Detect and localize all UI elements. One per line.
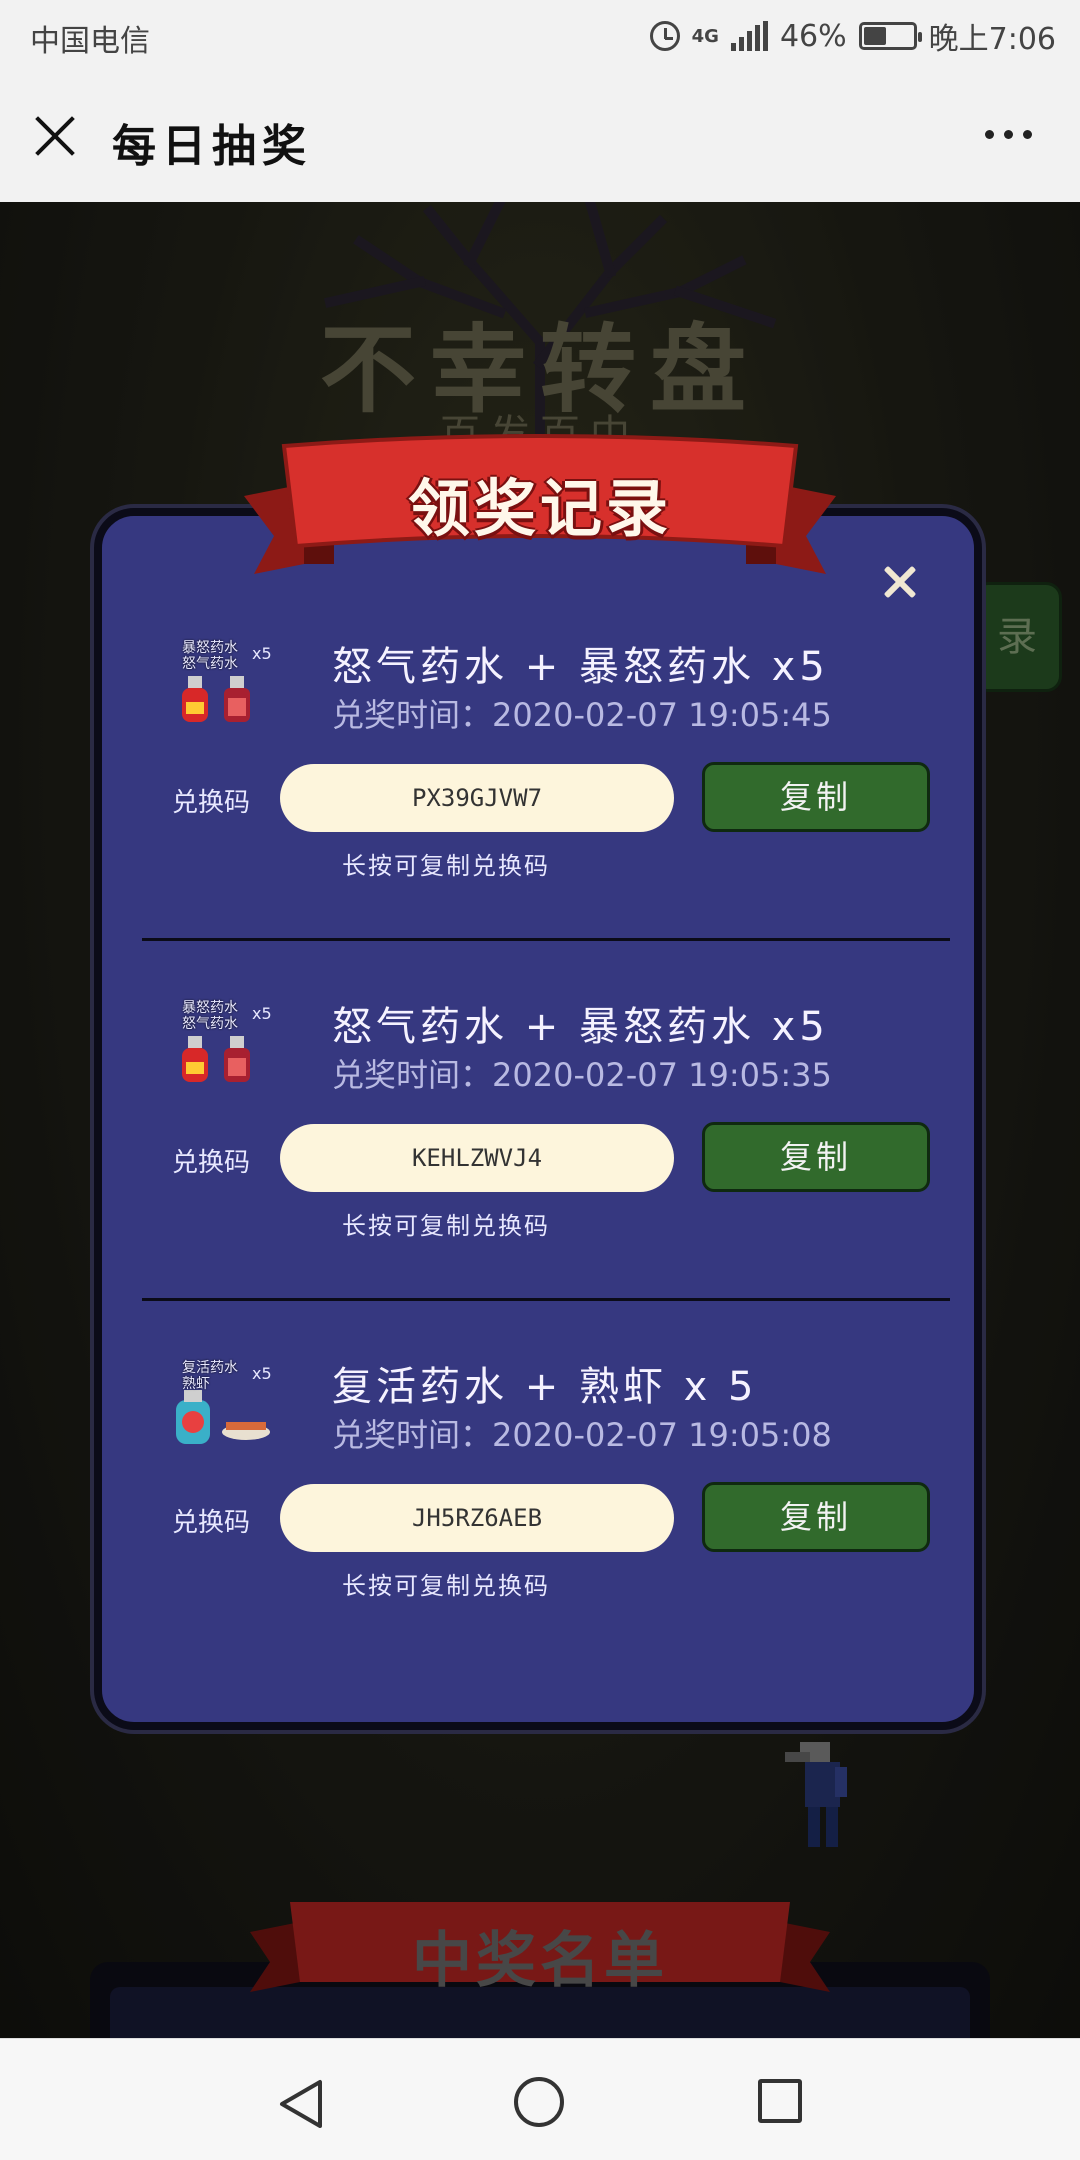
code-label: 兑换码 xyxy=(172,788,251,818)
carrier-name: 中国电信 xyxy=(30,24,150,59)
divider xyxy=(142,938,950,941)
status-icons: 4G 46% 晚上7:06 xyxy=(649,14,1056,58)
screen: 中国电信 4G 46% 晚上7:06 每日抽奖 不幸转盘 录 中奖名单 暴怒药水… xyxy=(0,0,1080,2160)
copy-hint: 长按可复制兑换码 xyxy=(342,1212,550,1240)
clock: 晚上7:06 xyxy=(928,22,1056,57)
divider xyxy=(142,1298,950,1301)
code-label: 兑换码 xyxy=(172,1508,251,1538)
more-options-icon[interactable] xyxy=(985,130,1032,139)
record-item: 复活药水 熟虾 x5 复活药水 + 熟虾 x 5 兑奖时间：2020-02-07 … xyxy=(162,1356,942,1666)
redeem-code-field[interactable]: JH5RZ6AEB xyxy=(280,1484,674,1552)
icon-quantity: x5 xyxy=(252,1364,272,1383)
prize-name: 复活药水 + 熟虾 x 5 xyxy=(332,1364,758,1410)
copy-hint: 长按可复制兑换码 xyxy=(342,852,550,880)
recent-apps-icon[interactable] xyxy=(758,2079,802,2123)
record-item: 暴怒药水 怒气药水 x5 怒气药水 + 暴怒药水 x5 兑奖时间：2020-02-… xyxy=(162,996,942,1306)
potion-icon: 暴怒药水 怒气药水 x5 xyxy=(162,636,282,746)
icon-caption: 暴怒药水 怒气药水 xyxy=(182,1000,238,1032)
code-label: 兑换码 xyxy=(172,1148,251,1178)
back-icon[interactable] xyxy=(278,2079,324,2129)
network-type: 4G xyxy=(691,25,719,47)
page-title: 每日抽奖 xyxy=(112,121,312,172)
redeem-time: 兑奖时间：2020-02-07 19:05:08 xyxy=(332,1416,832,1454)
status-bar: 中国电信 4G 46% 晚上7:06 xyxy=(0,0,1080,70)
alarm-icon xyxy=(649,21,680,51)
modal-title: 领奖记录 xyxy=(407,472,672,545)
redeem-time: 兑奖时间：2020-02-07 19:05:45 xyxy=(332,696,832,734)
prize-name: 怒气药水 + 暴怒药水 x5 xyxy=(332,1004,829,1050)
reward-record-modal: 暴怒药水 怒气药水 x5 怒气药水 + 暴怒药水 x5 兑奖时间：2020-02-… xyxy=(94,508,982,1730)
icon-quantity: x5 xyxy=(252,644,272,663)
copy-hint: 长按可复制兑换码 xyxy=(342,1572,550,1600)
icon-quantity: x5 xyxy=(252,1004,272,1023)
copy-button[interactable]: 复制 xyxy=(702,1482,930,1552)
title-bar: 每日抽奖 xyxy=(0,70,1080,202)
revive-potion-icon: 复活药水 熟虾 x5 xyxy=(162,1356,282,1466)
redeem-code-field[interactable]: PX39GJVW7 xyxy=(280,764,674,832)
potion-icon: 暴怒药水 怒气药水 x5 xyxy=(162,996,282,1106)
close-icon[interactable] xyxy=(30,110,80,160)
icon-caption: 暴怒药水 怒气药水 xyxy=(182,640,238,672)
copy-button[interactable]: 复制 xyxy=(702,762,930,832)
icon-caption: 复活药水 熟虾 xyxy=(182,1360,238,1392)
redeem-time: 兑奖时间：2020-02-07 19:05:35 xyxy=(332,1056,832,1094)
signal-icon xyxy=(730,21,768,51)
system-nav-bar xyxy=(0,2038,1080,2160)
redeem-code-field[interactable]: KEHLZWVJ4 xyxy=(280,1124,674,1192)
close-icon[interactable] xyxy=(880,562,920,602)
record-item: 暴怒药水 怒气药水 x5 怒气药水 + 暴怒药水 x5 兑奖时间：2020-02-… xyxy=(162,636,942,946)
battery-icon xyxy=(858,22,922,50)
prize-name: 怒气药水 + 暴怒药水 x5 xyxy=(332,644,829,690)
battery-percent: 46% xyxy=(779,18,847,54)
home-icon[interactable] xyxy=(514,2077,564,2127)
copy-button[interactable]: 复制 xyxy=(702,1122,930,1192)
